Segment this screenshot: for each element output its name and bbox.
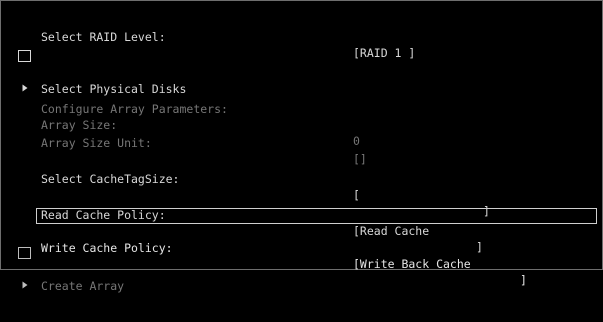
select-physical-disks-link[interactable]: Select Physical Disks [0, 49, 603, 96]
arrow-right-icon [18, 50, 31, 92]
raid-level-label: Select RAID Level: [41, 30, 166, 44]
read-cache-policy-row[interactable]: Read Cache Policy: [Read Cache ] [0, 191, 603, 254]
write-cache-policy-value-close: ] [520, 273, 527, 287]
configure-array-heading: Configure Array Parameters: [0, 85, 603, 116]
array-size-row: Array Size: 0 [0, 101, 603, 148]
selection-highlight [36, 208, 597, 224]
array-size-unit-label: Array Size Unit: [41, 136, 152, 150]
create-array-label: Create Array [41, 279, 125, 293]
cache-tag-size-label: Select CacheTagSize: [41, 172, 180, 186]
create-array-link[interactable]: Create Array [0, 246, 603, 293]
array-size-value: 0 [353, 134, 360, 148]
raid-level-row[interactable]: Select RAID Level: [RAID 1 ] [0, 13, 603, 60]
read-cache-policy-value-open[interactable]: [Read Cache [353, 223, 429, 239]
cache-tag-size-row[interactable]: Select CacheTagSize: [ ] [0, 155, 603, 218]
array-size-unit-row: Array Size Unit: [] [0, 119, 603, 166]
write-cache-policy-row[interactable]: Write Cache Policy: [Write Back Cache ] [0, 208, 603, 287]
arrow-right-icon [18, 247, 31, 289]
